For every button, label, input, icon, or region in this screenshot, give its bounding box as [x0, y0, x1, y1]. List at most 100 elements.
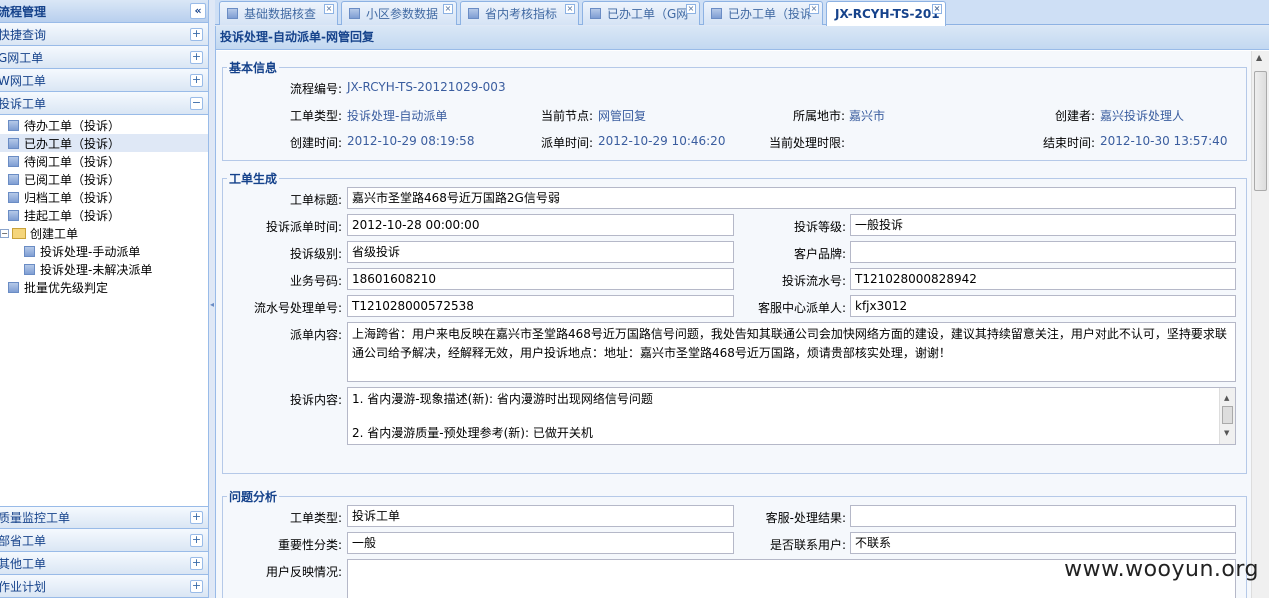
complaint-tree: 待办工单（投诉） 已办工单（投诉） 待阅工单（投诉） 已阅工单（投诉） 归档工单… — [0, 115, 208, 296]
tree-item-create[interactable]: − 创建工单 — [0, 224, 208, 242]
process-no-input[interactable]: T121028000572538 — [347, 295, 734, 317]
tree-item-to-read[interactable]: 待阅工单（投诉） — [0, 152, 208, 170]
dispatcher-input[interactable]: kfjx3012 — [850, 295, 1236, 317]
expand-icon[interactable]: + — [190, 579, 203, 593]
collapse-sidebar-icon[interactable]: « — [190, 3, 206, 19]
watermark: www.wooyun.org — [1064, 557, 1259, 582]
node-icon — [8, 119, 19, 131]
sidebar-section-other[interactable]: 其他工单 + — [0, 552, 208, 575]
dispatch-content-textarea[interactable]: 上海跨省：用户来电反映在嘉兴市圣堂路468号近万国路信号问题，我处告知其联通公司… — [347, 322, 1236, 382]
tab-cell-params[interactable]: 小区参数数据 × — [341, 1, 457, 25]
current-node-label: 当前节点: — [540, 109, 593, 123]
sidebar-section-label: G网工单 — [0, 50, 44, 65]
tree-item-archived[interactable]: 归档工单（投诉） — [0, 188, 208, 206]
complaint-time-input[interactable]: 2012-10-28 00:00:00 — [347, 214, 734, 236]
tree-item-suspended[interactable]: 挂起工单（投诉） — [0, 206, 208, 224]
expand-icon[interactable]: + — [190, 27, 203, 41]
complaint-content-textarea[interactable]: 1. 省内漫游-现象描述(新): 省内漫游时出现网络信号问题 2. 省内漫游质量… — [347, 387, 1236, 445]
service-result-input[interactable] — [850, 505, 1236, 527]
close-icon[interactable]: × — [932, 4, 942, 14]
close-icon[interactable]: × — [443, 4, 453, 14]
sidebar-section-work-plan[interactable]: 作业计划 + — [0, 575, 208, 598]
deadline-label: 当前处理时限: — [768, 136, 845, 150]
sidebar-section-label: 作业计划 — [0, 579, 47, 594]
close-icon[interactable]: × — [324, 4, 334, 14]
sidebar-section-quick-query[interactable]: 快捷查询 + — [0, 23, 208, 46]
creator-label: 创建者: — [1054, 109, 1095, 123]
sidebar: 流程管理 « 快捷查询 + G网工单 + W网工单 + 投诉工单 − 待办工单（… — [0, 0, 209, 598]
sidebar-section-label: W网工单 — [0, 73, 46, 88]
complaint-level-input[interactable]: 省级投诉 — [347, 241, 734, 263]
tab-done-complaint[interactable]: 已办工单（投诉 × — [703, 1, 823, 25]
tab-current-ticket[interactable]: JX-RCYH-TS-201 × — [826, 1, 946, 26]
city-label: 所属地市: — [792, 109, 845, 123]
complaint-grade-input[interactable]: 一般投诉 — [850, 214, 1236, 236]
sidebar-section-label: 其他工单 — [0, 556, 47, 571]
tab-label: 已办工单（G网 — [607, 7, 689, 21]
panel-title: 投诉处理-自动派单-网管回复 — [216, 26, 1269, 50]
tab-label: 已办工单（投诉 — [728, 7, 813, 21]
expand-icon[interactable]: + — [190, 511, 203, 524]
expand-icon[interactable]: + — [190, 556, 203, 570]
tree-item-todo[interactable]: 待办工单（投诉） — [0, 116, 208, 134]
end-time-label: 结束时间: — [1042, 136, 1095, 150]
scroll-thumb[interactable] — [1254, 71, 1267, 191]
analysis-type-input[interactable]: 投诉工单 — [347, 505, 734, 527]
tab-label: JX-RCYH-TS-201 — [835, 7, 940, 21]
collapse-icon[interactable]: − — [190, 96, 203, 110]
user-feedback-label: 用户反映情况: — [265, 565, 342, 579]
sidebar-section-w-network[interactable]: W网工单 + — [0, 69, 208, 92]
customer-brand-label: 客户品牌: — [793, 247, 846, 261]
sidebar-section-ministry[interactable]: 部省工单 + — [0, 529, 208, 552]
ticket-title-input[interactable]: 嘉兴市圣堂路468号近万国路2G信号弱 — [347, 187, 1236, 209]
sidebar-section-quality[interactable]: 质量监控工单 + — [0, 506, 208, 529]
tree-item-read[interactable]: 已阅工单（投诉） — [0, 170, 208, 188]
close-icon[interactable]: × — [809, 4, 819, 14]
sidebar-section-complaint[interactable]: 投诉工单 − — [0, 92, 208, 115]
node-icon — [8, 191, 19, 203]
textarea-scroll-thumb[interactable] — [1222, 406, 1233, 424]
complaint-level-label: 投诉级别: — [289, 247, 342, 261]
sidebar-section-g-network[interactable]: G网工单 + — [0, 46, 208, 69]
tree-collapse-icon[interactable]: − — [0, 228, 9, 238]
tree-item-label: 已办工单（投诉） — [24, 136, 121, 151]
basic-info-legend: 基本信息 — [227, 59, 280, 76]
service-number-input[interactable]: 18601608210 — [347, 268, 734, 290]
sidebar-bottom-sections: 质量监控工单 + 部省工单 + 其他工单 + 作业计划 + — [0, 506, 208, 598]
expand-icon[interactable]: + — [190, 73, 203, 87]
scroll-up-icon[interactable]: ▲ — [1256, 53, 1262, 62]
sidebar-section-label: 快捷查询 — [0, 27, 47, 42]
node-icon — [8, 137, 19, 149]
tab-icon — [468, 8, 479, 19]
complaint-serial-input[interactable]: T121028000828942 — [850, 268, 1236, 290]
contact-user-label: 是否联系用户: — [769, 538, 846, 552]
close-icon[interactable]: × — [686, 4, 696, 14]
tab-icon — [590, 8, 601, 19]
scroll-down-icon[interactable]: ▼ — [1224, 424, 1229, 443]
tab-done-g-network[interactable]: 已办工单（G网 × — [582, 1, 700, 25]
tree-item-label: 已阅工单（投诉） — [24, 172, 121, 187]
flow-no-label: 流程编号: — [289, 82, 342, 96]
content-scrollbar[interactable]: ▲ — [1251, 51, 1269, 598]
sidebar-section-label: 质量监控工单 — [0, 511, 71, 525]
customer-brand-input[interactable] — [850, 241, 1236, 263]
expand-icon[interactable]: + — [190, 533, 203, 547]
tree-item-manual-dispatch[interactable]: 投诉处理-手动派单 — [0, 242, 208, 260]
textarea-scrollbar[interactable]: ▲ ▼ — [1219, 388, 1235, 444]
tree-item-batch-priority[interactable]: 批量优先级判定 — [0, 278, 208, 296]
tab-basic-data-check[interactable]: 基础数据核查 × — [219, 1, 338, 25]
splitter-arrow-icon[interactable]: ◂ — [210, 300, 214, 309]
main-panel: 投诉处理-自动派单-网管回复 基本信息 流程编号: JX-RCYH-TS-201… — [215, 26, 1269, 598]
expand-icon[interactable]: + — [190, 50, 203, 64]
city-value: 嘉兴市 — [849, 109, 886, 123]
close-icon[interactable]: × — [565, 4, 575, 14]
contact-user-input[interactable]: 不联系 — [850, 532, 1236, 554]
process-no-label: 流水号处理单号: — [253, 301, 342, 315]
node-icon — [8, 281, 19, 293]
created-time-label: 创建时间: — [289, 136, 342, 150]
end-time-value: 2012-10-30 13:57:40 — [1100, 134, 1228, 148]
tree-item-done[interactable]: 已办工单（投诉） — [0, 134, 208, 152]
tree-item-unresolved-dispatch[interactable]: 投诉处理-未解决派单 — [0, 260, 208, 278]
tab-province-kpi[interactable]: 省内考核指标 × — [460, 1, 579, 25]
importance-input[interactable]: 一般 — [347, 532, 734, 554]
